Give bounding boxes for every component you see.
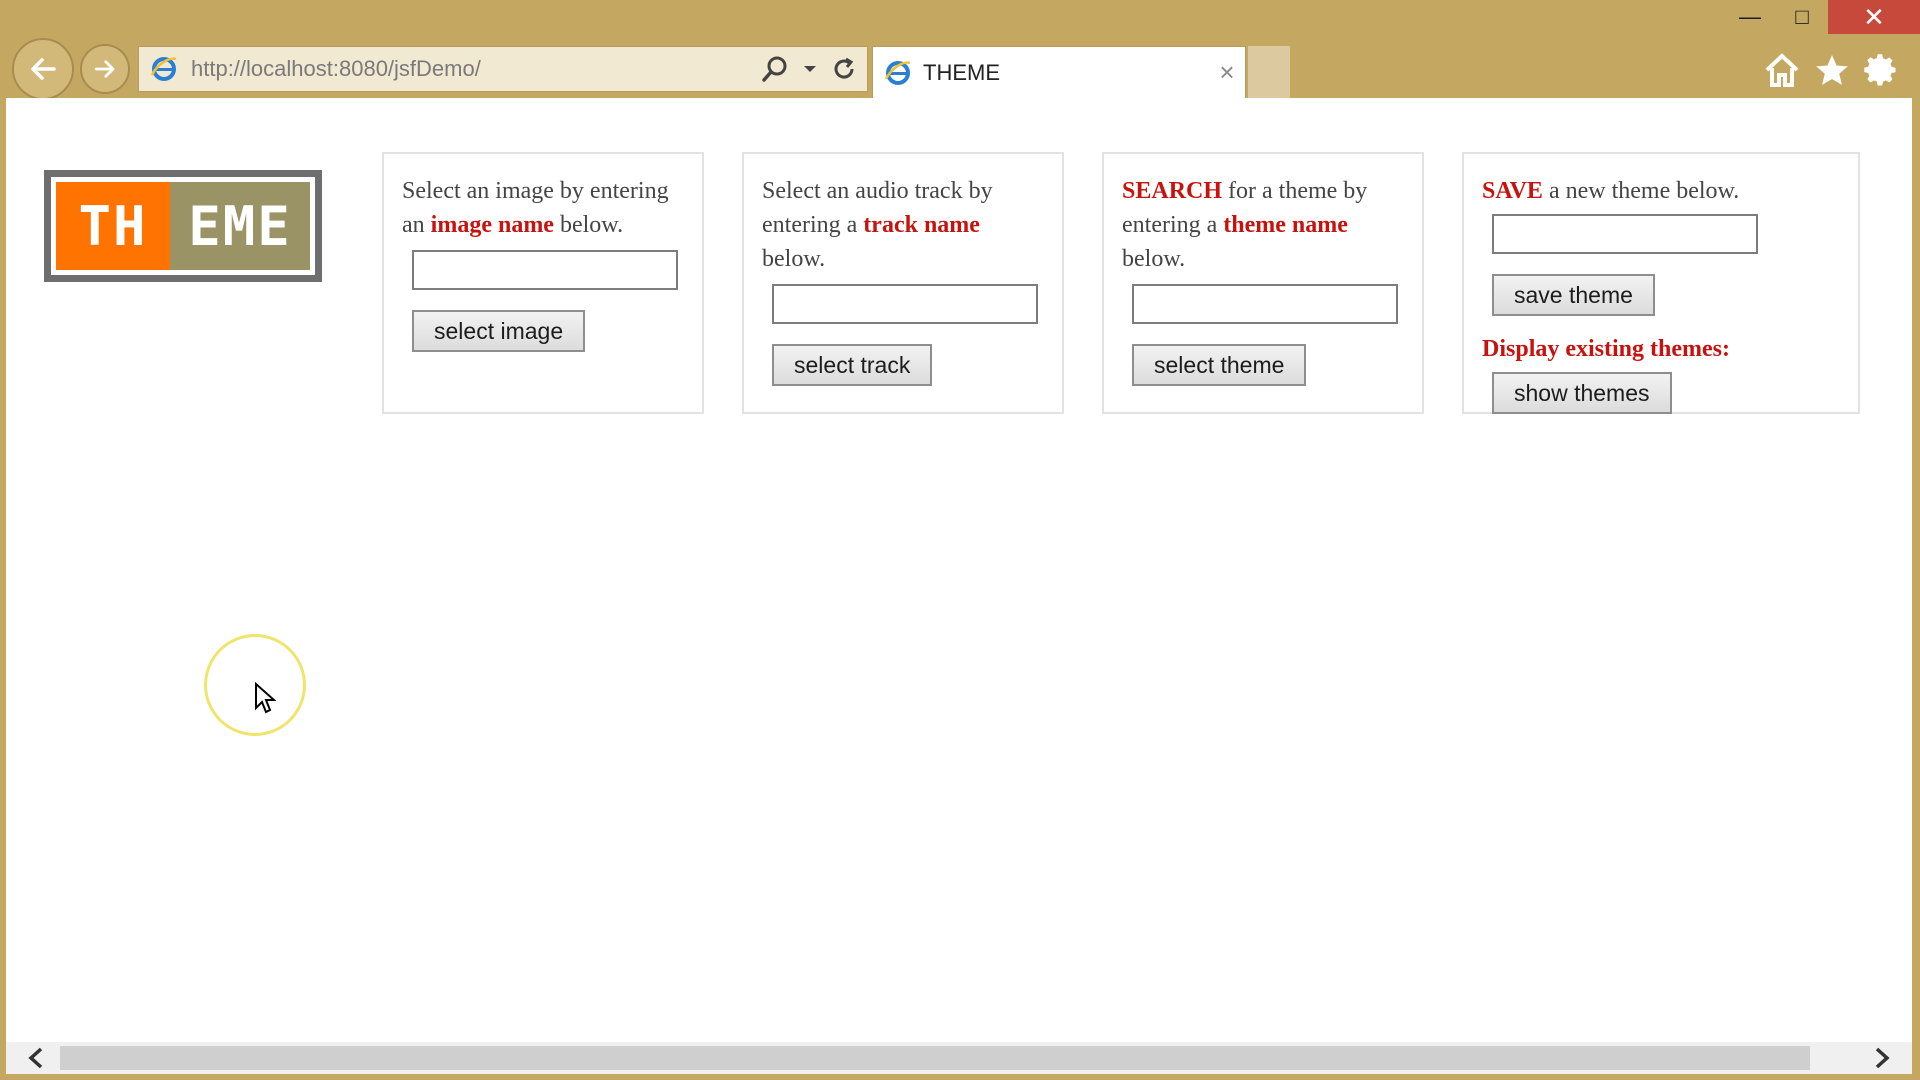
dropdown-icon[interactable] bbox=[803, 64, 817, 74]
logo-left-block: TH bbox=[56, 182, 170, 270]
scroll-left-icon[interactable] bbox=[16, 1042, 56, 1074]
search-theme-panel: SEARCH for a theme by entering a theme n… bbox=[1102, 152, 1424, 414]
tab-theme[interactable]: THEME × bbox=[872, 46, 1246, 98]
instruction-text-end: below. bbox=[553, 212, 624, 238]
save-theme-instructions: SAVE a new theme below. bbox=[1482, 174, 1840, 208]
instruction-text-end: below. bbox=[1122, 246, 1186, 272]
close-icon[interactable]: ✕ bbox=[1828, 0, 1920, 34]
tab-close-icon[interactable]: × bbox=[1209, 57, 1245, 88]
select-track-panel: Select an audio track by entering a trac… bbox=[742, 152, 1064, 414]
back-button[interactable] bbox=[12, 38, 74, 100]
image-name-highlight: image name bbox=[430, 212, 554, 238]
home-icon[interactable] bbox=[1762, 50, 1802, 90]
image-name-input[interactable] bbox=[412, 250, 678, 290]
theme-name-highlight: theme name bbox=[1223, 212, 1348, 238]
page-viewport: TH EME Select an image by entering an im… bbox=[6, 98, 1912, 1042]
horizontal-scrollbar[interactable] bbox=[6, 1042, 1912, 1074]
refresh-icon[interactable] bbox=[831, 56, 857, 82]
save-theme-button[interactable]: save theme bbox=[1492, 274, 1655, 316]
logo-right-block: EME bbox=[170, 182, 310, 270]
new-theme-input[interactable] bbox=[1492, 214, 1758, 254]
display-themes-label: Display existing themes: bbox=[1482, 336, 1730, 362]
favorites-star-icon[interactable] bbox=[1812, 50, 1852, 90]
instruction-text-end: below. bbox=[762, 246, 826, 272]
forward-arrow-icon bbox=[94, 60, 115, 78]
address-bar[interactable]: http://localhost:8080/jsfDemo/ bbox=[138, 46, 868, 92]
search-theme-instructions: SEARCH for a theme by entering a theme n… bbox=[1122, 174, 1404, 276]
url-host: http://localhost bbox=[191, 56, 333, 81]
theme-name-input[interactable] bbox=[1132, 284, 1398, 324]
save-theme-panel: SAVE a new theme below. save theme Displ… bbox=[1462, 152, 1860, 414]
select-image-panel: Select an image by entering an image nam… bbox=[382, 152, 704, 414]
show-themes-button[interactable]: show themes bbox=[1492, 372, 1672, 414]
scrollbar-thumb[interactable] bbox=[60, 1046, 1810, 1070]
select-image-button[interactable]: select image bbox=[412, 310, 586, 352]
new-tab-button[interactable] bbox=[1248, 46, 1290, 98]
save-highlight: SAVE bbox=[1482, 178, 1543, 204]
scroll-right-icon[interactable] bbox=[1862, 1042, 1902, 1074]
select-image-instructions: Select an image by entering an image nam… bbox=[402, 174, 684, 242]
back-arrow-icon bbox=[31, 58, 56, 80]
ie-logo-icon bbox=[149, 54, 179, 84]
url-path: :8080/jsfDemo/ bbox=[332, 56, 481, 81]
address-url[interactable]: http://localhost:8080/jsfDemo/ bbox=[191, 56, 761, 82]
instruction-text: a new theme below. bbox=[1542, 178, 1740, 204]
maximize-icon[interactable]: □ bbox=[1776, 0, 1828, 34]
theme-logo: TH EME bbox=[44, 170, 322, 282]
select-theme-button[interactable]: select theme bbox=[1132, 344, 1307, 386]
track-name-highlight: track name bbox=[863, 212, 980, 238]
tab-title: THEME bbox=[923, 59, 1000, 85]
tab-ie-icon bbox=[883, 58, 913, 88]
select-track-instructions: Select an audio track by entering a trac… bbox=[762, 174, 1044, 276]
select-track-button[interactable]: select track bbox=[772, 344, 933, 386]
browser-chrome: — □ ✕ http://localhost:8080/jsfDemo/ THE… bbox=[0, 0, 1920, 100]
settings-gear-icon[interactable] bbox=[1862, 50, 1902, 90]
search-highlight: SEARCH bbox=[1122, 178, 1223, 204]
mouse-cursor-icon bbox=[255, 682, 276, 714]
track-name-input[interactable] bbox=[772, 284, 1038, 324]
window-bottom-border bbox=[0, 1074, 1920, 1080]
forward-button[interactable] bbox=[80, 44, 130, 94]
search-icon[interactable] bbox=[761, 55, 789, 83]
minimize-icon[interactable]: — bbox=[1724, 0, 1776, 34]
